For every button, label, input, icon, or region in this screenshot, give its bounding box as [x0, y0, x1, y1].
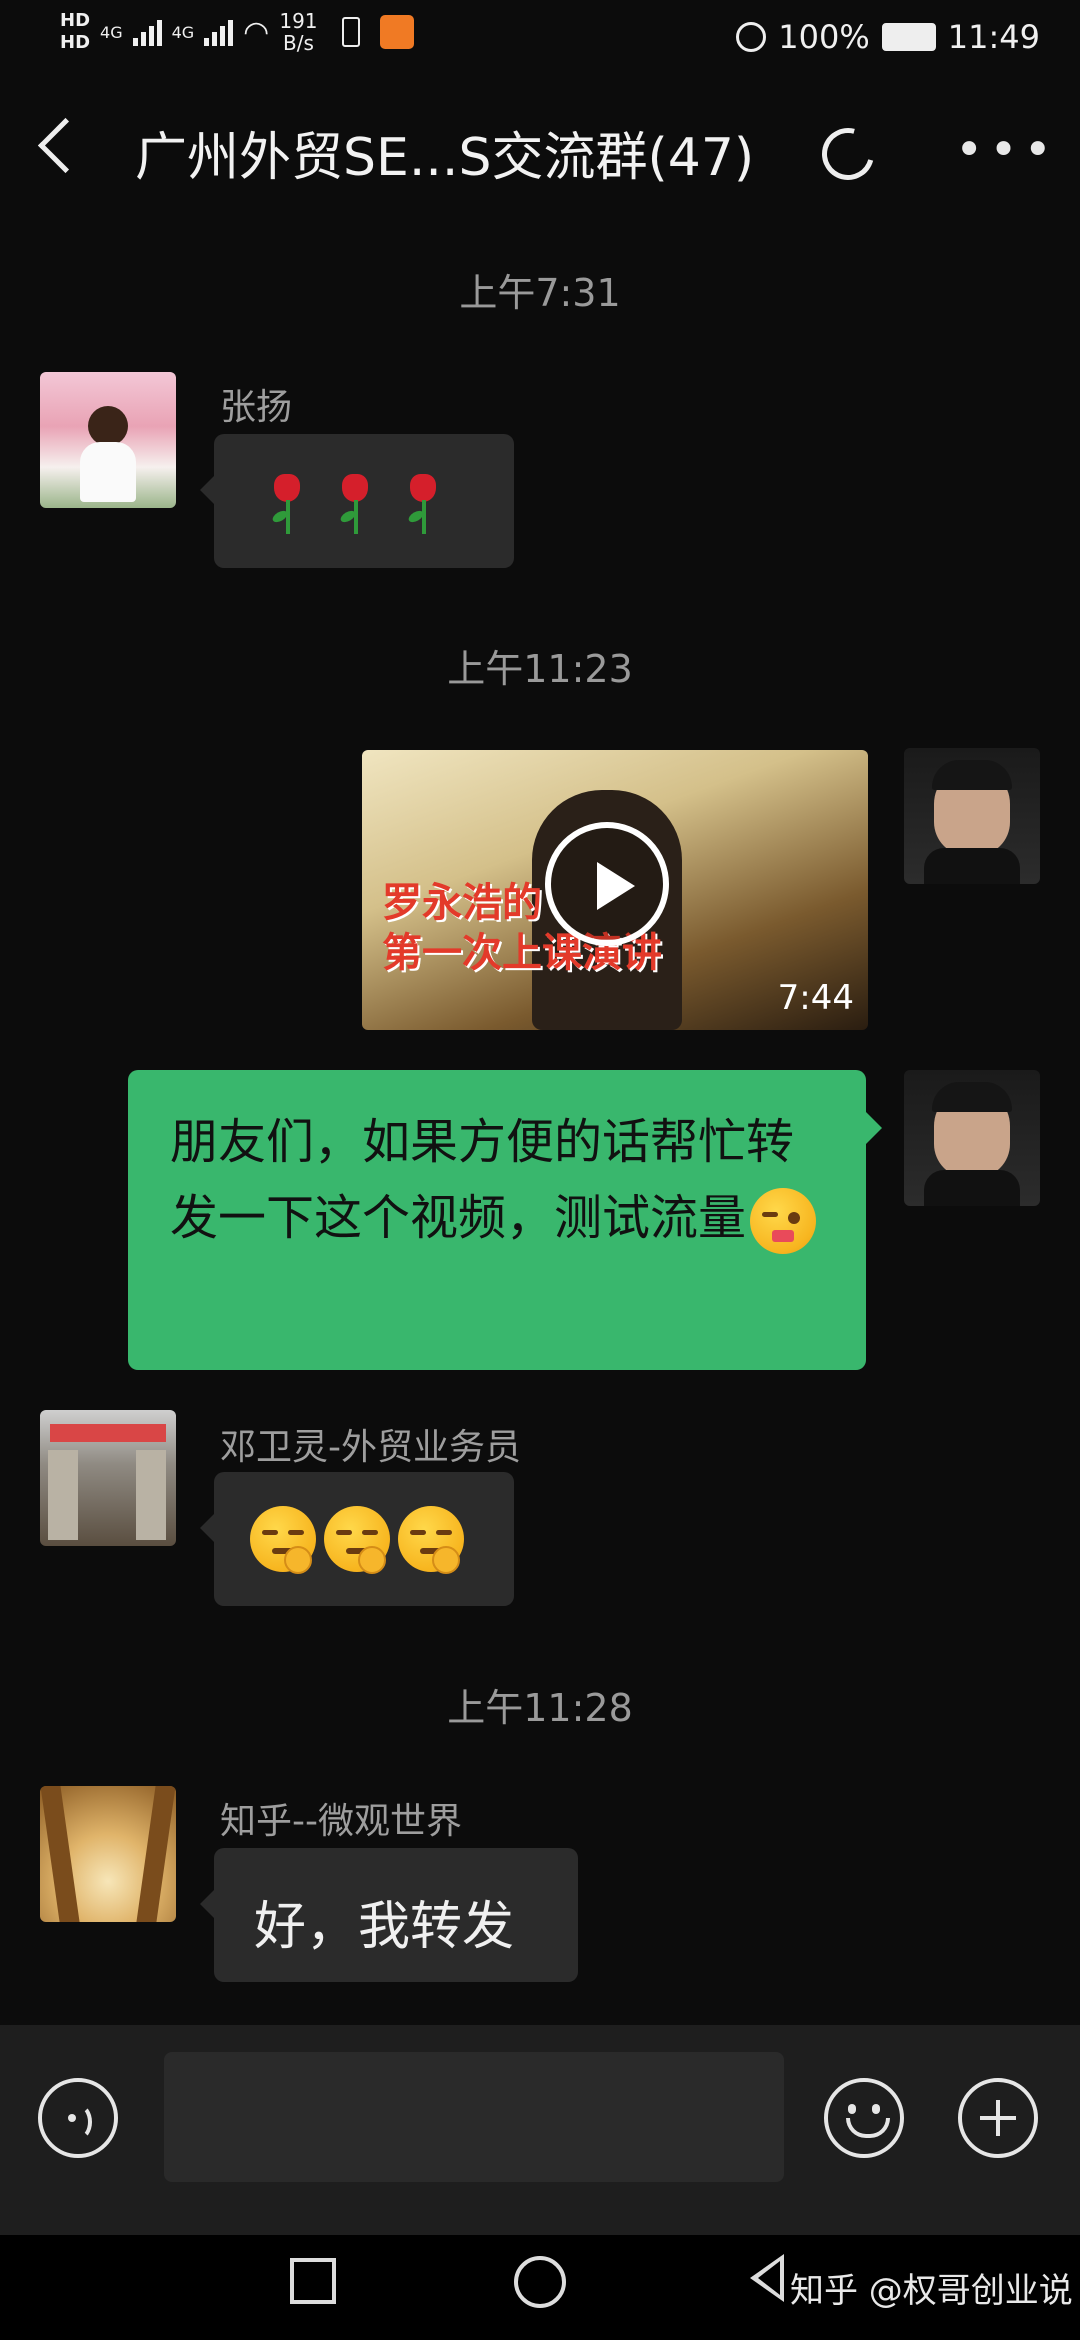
- net-speed-unit: B/s: [283, 31, 314, 55]
- signal-icon-2: [204, 18, 234, 46]
- hd-badge-2: HD: [60, 32, 91, 53]
- avatar[interactable]: [904, 1070, 1040, 1206]
- status-right: 100% 11:49: [736, 18, 1040, 56]
- network-type-2: 4G: [171, 22, 195, 42]
- smirk-emoji-icon: [250, 1506, 316, 1574]
- video-duration: 7:44: [777, 978, 854, 1018]
- status-bar: HD HD 4G 4G ◠ 191 B/s 100% 11:49: [0, 0, 1080, 80]
- wink-tongue-emoji-icon: [750, 1188, 817, 1254]
- network-type-1: 4G: [100, 22, 123, 42]
- alarm-icon: [736, 22, 767, 52]
- home-icon[interactable]: [514, 2256, 566, 2308]
- rose-emoji-group: [254, 470, 458, 536]
- message-bubble[interactable]: [200, 434, 514, 568]
- smirk-emoji-icon: [398, 1506, 464, 1574]
- timestamp: 上午7:31: [459, 271, 621, 315]
- timestamp: 上午11:28: [447, 1686, 633, 1730]
- hd-badge-1: HD: [60, 10, 91, 31]
- sender-name: 知乎--微观世界: [220, 1801, 462, 1842]
- plus-icon[interactable]: [958, 2078, 1038, 2158]
- timestamp: 上午11:23: [447, 647, 633, 691]
- rose-icon: [336, 470, 376, 536]
- sender-name: 邓卫灵-外贸业务员: [220, 1427, 521, 1468]
- loading-icon: [812, 118, 884, 190]
- message-bubble-outgoing[interactable]: 朋友们，如果方便的话帮忙转发一下这个视频，测试流量: [128, 1070, 882, 1370]
- smirk-emoji-icon: [324, 1506, 390, 1574]
- status-left: HD HD 4G 4G ◠ 191 B/s: [60, 10, 414, 70]
- recent-apps-icon[interactable]: [290, 2258, 336, 2304]
- back-icon[interactable]: [37, 117, 94, 174]
- clock: 11:49: [947, 18, 1040, 56]
- video-message[interactable]: 罗永浩的 第一次上课演讲 7:44: [362, 750, 868, 1030]
- watermark: 知乎 @权哥创业说: [790, 2271, 1073, 2311]
- message-text: 朋友们，如果方便的话帮忙转发一下这个视频，测试流量: [170, 1114, 795, 1246]
- battery-saver-icon: [341, 17, 360, 47]
- voice-icon[interactable]: [38, 2078, 118, 2158]
- battery-icon: [881, 23, 936, 51]
- message-text: 好，我转发: [254, 1897, 515, 1957]
- chat-title: 广州外贸SE...S交流群(47): [135, 128, 755, 188]
- smirk-emoji-group: [250, 1506, 472, 1574]
- rose-icon: [404, 470, 444, 536]
- more-options-icon[interactable]: •••: [955, 126, 1058, 174]
- app-notification-icon: [379, 15, 414, 49]
- emoji-icon[interactable]: [824, 2078, 904, 2158]
- net-speed-value: 191: [279, 9, 318, 33]
- avatar[interactable]: [40, 1786, 176, 1922]
- rose-icon: [268, 470, 308, 536]
- nav-back-icon[interactable]: [750, 2254, 784, 2302]
- avatar[interactable]: [40, 1410, 176, 1546]
- battery-percent: 100%: [778, 18, 870, 56]
- avatar[interactable]: [40, 372, 176, 508]
- avatar[interactable]: [904, 748, 1040, 884]
- sender-name: 张扬: [220, 387, 293, 428]
- message-input[interactable]: [164, 2052, 784, 2182]
- message-bubble[interactable]: 好，我转发: [200, 1848, 578, 1982]
- message-bubble[interactable]: [200, 1472, 514, 1606]
- wifi-icon: ◠: [243, 14, 270, 50]
- play-icon[interactable]: [545, 822, 669, 946]
- signal-icon: [132, 18, 162, 46]
